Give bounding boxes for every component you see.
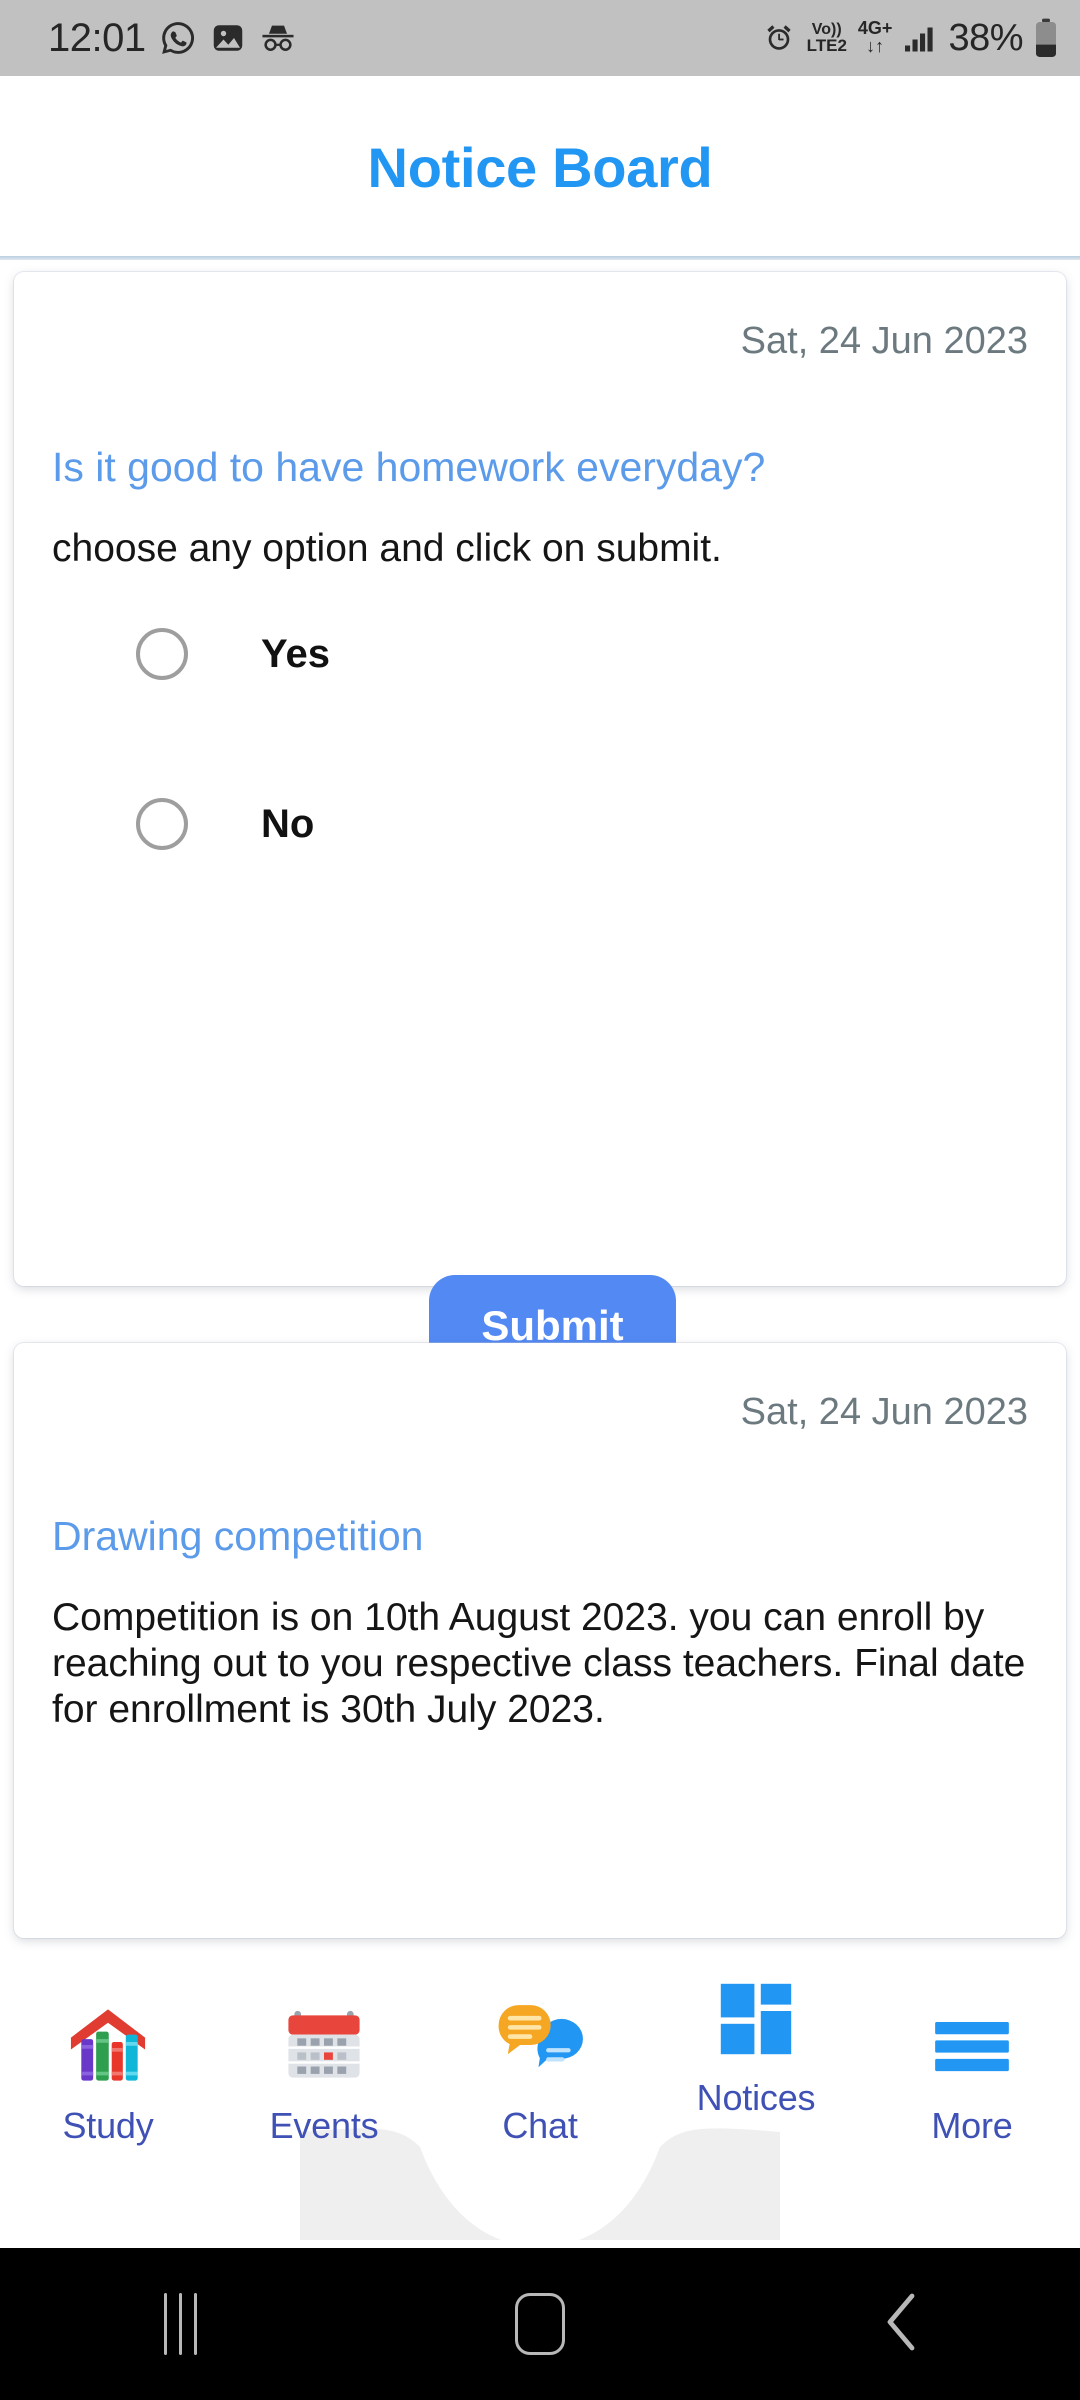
alarm-icon [762,21,796,55]
home-icon [515,2293,565,2355]
nav-item-events[interactable]: Events [216,1957,432,2147]
page-title: Notice Board [367,135,713,199]
status-clock: 12:01 [48,15,146,60]
radio-no[interactable] [136,798,188,850]
nav-label-events: Events [269,2105,379,2146]
back-chevron-icon [878,2290,922,2359]
android-system-nav-bar [0,2248,1080,2400]
notice-list: Sat, 24 Jun 2023 Is it good to have home… [0,260,1080,1940]
grid-blocks-icon [716,1973,796,2065]
battery-percent-label: 38% [948,16,1023,59]
nav-label-notices: Notices [696,2077,816,2118]
notice-title: Drawing competition [52,1513,424,1559]
status-bar-left: 12:01 [48,16,297,61]
nav-item-notices[interactable]: Notices [648,1957,864,2119]
nav-label-more: More [931,2105,1013,2146]
status-bar-right: Vo)) LTE2 4G+ ↓↑ 38% [762,17,1058,60]
volte-indicator: Vo)) LTE2 [806,21,847,55]
battery-icon [1034,18,1058,58]
bottom-navigation-bar: Study Events Chat Notices More [0,1957,1080,2240]
volte-line-2: LTE2 [806,35,847,55]
poll-option-no-label: No [261,801,315,846]
notice-date: Sat, 24 Jun 2023 [740,1391,1028,1433]
whatsapp-icon [159,19,197,57]
nav-label-chat: Chat [502,2105,578,2146]
poll-options: Yes No [136,624,330,964]
poll-option-no[interactable]: No [136,794,330,854]
phone-screen: 12:01 Vo)) LTE2 4G+ ↓↑ 38% Notice Board … [0,0,1080,2400]
home-button[interactable] [360,2293,720,2355]
bottom-nav-items: Study Events Chat Notices More [0,1957,1080,2240]
notice-date: Sat, 24 Jun 2023 [740,320,1028,362]
poll-option-yes-label: Yes [261,631,330,676]
nav-label-study: Study [62,2105,154,2146]
nav-item-study[interactable]: Study [0,1957,216,2147]
nav-item-more[interactable]: More [864,1957,1080,2147]
network-type-indicator: 4G+ ↓↑ [858,20,893,55]
nav-item-chat[interactable]: Chat [432,1957,648,2147]
recents-icon [163,2293,197,2355]
signal-icon [903,23,937,53]
notice-body: Competition is on 10th August 2023. you … [52,1596,1026,1732]
notice-card-announcement[interactable]: Sat, 24 Jun 2023 Drawing competition Com… [14,1343,1066,1938]
radio-yes[interactable] [136,628,188,680]
gallery-icon [210,20,246,56]
data-transfer-arrows: ↓↑ [866,36,885,56]
notice-card-poll[interactable]: Sat, 24 Jun 2023 Is it good to have home… [14,272,1066,1377]
incognito-icon [259,19,297,57]
back-button[interactable] [720,2290,1080,2359]
study-books-house-icon [63,1999,153,2091]
chat-bubbles-icon [494,1999,586,2091]
notice-title: Is it good to have homework everyday? [52,444,766,490]
recents-button[interactable] [0,2293,360,2355]
notice-body: choose any option and click on submit. [52,527,722,570]
status-bar: 12:01 Vo)) LTE2 4G+ ↓↑ 38% [0,0,1080,76]
hamburger-menu-icon [929,1999,1015,2091]
poll-option-yes[interactable]: Yes [136,624,330,684]
app-header: Notice Board [0,76,1080,258]
calendar-icon [280,1999,368,2091]
